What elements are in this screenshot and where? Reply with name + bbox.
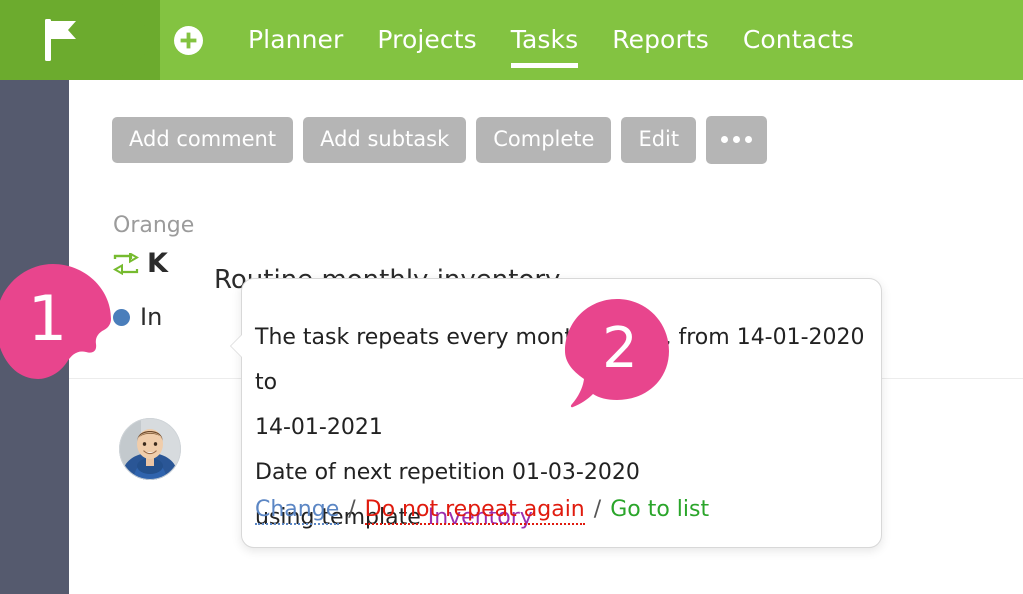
more-actions-button[interactable] (706, 116, 768, 164)
task-title-row: K (112, 248, 194, 279)
action-separator: / (348, 497, 356, 522)
add-comment-button[interactable]: Add comment (112, 116, 294, 164)
nav-item-projects[interactable]: Projects (360, 0, 493, 80)
ellipsis-dot-icon (721, 135, 729, 143)
ellipsis-dot-icon (733, 135, 741, 143)
flag-logo-icon[interactable] (38, 16, 86, 64)
popup-line-3: Date of next repetition 01-03-2020 (255, 460, 640, 485)
app-header: Planner Projects Tasks Reports Contacts (0, 0, 1023, 80)
add-new-icon[interactable] (174, 26, 203, 55)
callout-badge-2: 2 (559, 296, 675, 412)
nav-item-contacts[interactable]: Contacts (726, 0, 871, 80)
header-chevron-shape (118, 0, 160, 80)
nav-item-reports[interactable]: Reports (595, 0, 726, 80)
task-meta-block: Orange K In (112, 212, 194, 331)
popup-actions: Change / Do not repeat again / Go to lis… (255, 497, 709, 525)
main-navigation: Planner Projects Tasks Reports Contacts (231, 0, 871, 80)
edit-button[interactable]: Edit (621, 116, 697, 164)
task-title: K (147, 248, 168, 279)
go-to-list-link[interactable]: Go to list (610, 497, 709, 522)
callout-badge-1-number: 1 (27, 282, 68, 355)
change-link[interactable]: Change (255, 497, 340, 525)
avatar[interactable] (119, 418, 181, 480)
callout-badge-2-number: 2 (602, 315, 638, 381)
app-root: Planner Projects Tasks Reports Contacts … (0, 0, 1023, 594)
callout-badge-1: 1 (0, 262, 113, 381)
task-action-toolbar: Add comment Add subtask Complete Edit (112, 116, 768, 164)
nav-item-planner[interactable]: Planner (231, 0, 360, 80)
add-subtask-button[interactable]: Add subtask (303, 116, 467, 164)
do-not-repeat-again-link[interactable]: Do not repeat again (364, 497, 585, 525)
status-badge: In (140, 303, 163, 331)
repeat-arrows-icon[interactable] (112, 251, 140, 275)
task-status-row: In (113, 303, 194, 331)
ellipsis-dot-icon (745, 135, 753, 143)
nav-item-tasks[interactable]: Tasks (494, 0, 595, 80)
main-content: Add comment Add subtask Complete Edit Or… (69, 80, 1023, 594)
action-separator: / (593, 497, 602, 522)
status-dot-icon (113, 308, 130, 326)
task-project-name[interactable]: Orange (113, 212, 194, 240)
popup-tail (231, 335, 242, 357)
complete-button[interactable]: Complete (476, 116, 612, 164)
